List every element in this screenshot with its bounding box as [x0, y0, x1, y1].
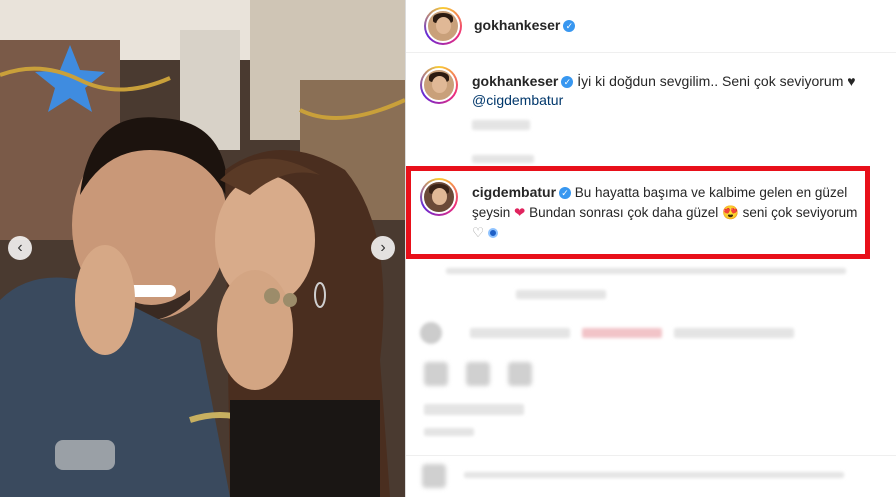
post-side-panel: gokhankeser ✓ gokhankeser ✓ İyi ki doğdun …	[405, 0, 896, 497]
comment-icon[interactable]	[466, 362, 490, 386]
comment-text-2: Bundan sonrası çok daha güzel	[529, 205, 719, 220]
red-heart-emoji: ❤	[514, 205, 526, 220]
caption-timestamp-blurred	[472, 120, 530, 130]
likes-preview	[420, 322, 794, 344]
blurred-text	[582, 328, 662, 338]
chevron-left-icon: ‹	[17, 239, 23, 256]
blurred-timestamp	[424, 428, 474, 436]
share-icon[interactable]	[508, 362, 532, 386]
heart-icon[interactable]	[424, 362, 448, 386]
post-caption: gokhankeser ✓ İyi ki doğdun sevgilim.. Se…	[420, 66, 880, 135]
commenter-username[interactable]: cigdembatur	[472, 184, 556, 200]
blurred-text	[674, 328, 794, 338]
caption-avatar[interactable]	[420, 66, 458, 104]
author-username[interactable]: gokhankeser	[474, 17, 560, 33]
commenter-avatar[interactable]	[420, 178, 458, 216]
blurred-text	[516, 290, 606, 299]
caption-username[interactable]: gokhankeser	[472, 73, 558, 89]
white-heart-emoji: ♡	[472, 225, 485, 240]
couple-photo-illustration	[0, 0, 405, 497]
heart-eyes-emoji: 😍	[722, 205, 739, 220]
verified-badge-icon: ✓	[563, 19, 576, 32]
previous-photo-button[interactable]: ‹	[8, 236, 32, 260]
blurred-likes-count	[424, 404, 524, 415]
blurred-text	[446, 268, 846, 274]
caption-mention[interactable]: @cigdembatur	[472, 92, 563, 108]
verified-badge-icon: ✓	[561, 76, 574, 89]
liker-avatar	[420, 322, 442, 344]
evil-eye-emoji	[487, 228, 498, 239]
post-photo: ‹ ›	[0, 0, 405, 497]
action-bar	[424, 362, 550, 386]
blurred-text	[470, 328, 570, 338]
chevron-right-icon: ›	[380, 239, 386, 256]
comment-text-3: seni çok seviyorum	[742, 205, 858, 220]
post-header: gokhankeser ✓	[406, 0, 896, 53]
verified-badge-icon: ✓	[559, 187, 572, 200]
blurred-text	[464, 472, 844, 478]
next-photo-button[interactable]: ›	[371, 236, 395, 260]
comment-input-bar	[406, 455, 896, 498]
caption-text: İyi ki doğdun sevgilim.. Seni çok seviyo…	[577, 73, 856, 89]
highlighted-comment: cigdembatur ✓ Bu hayatta başıma ve kalbim…	[420, 178, 870, 243]
blurred-text	[472, 155, 534, 163]
author-avatar[interactable]	[424, 7, 462, 45]
emoji-icon[interactable]	[422, 464, 446, 488]
